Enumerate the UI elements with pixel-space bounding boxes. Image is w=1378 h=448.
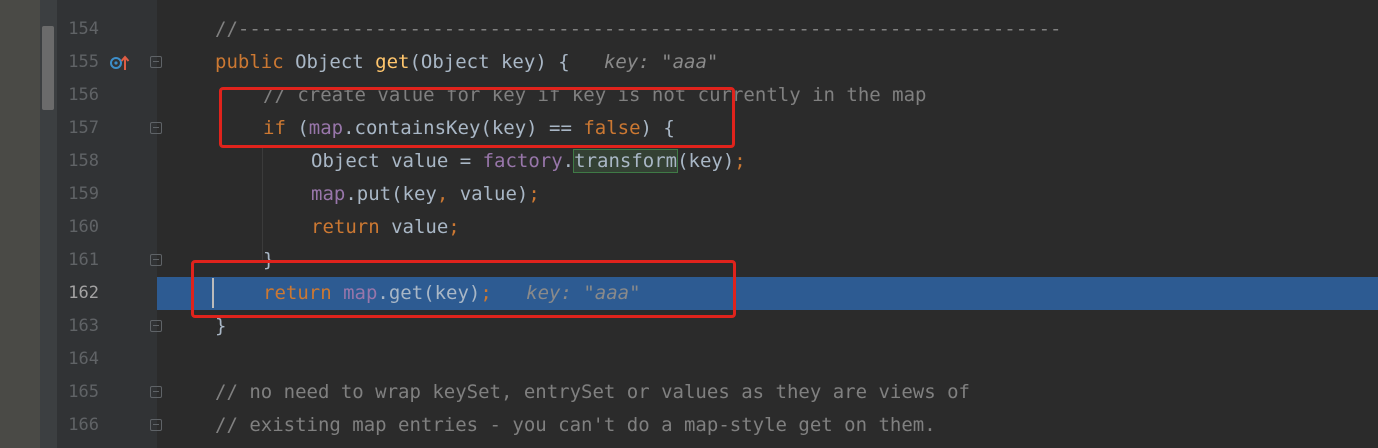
line-number[interactable]: 158 bbox=[57, 145, 99, 178]
code-fragment: (key) bbox=[677, 150, 735, 172]
line-number[interactable]: 154 bbox=[57, 13, 99, 46]
code-text: return value; bbox=[311, 211, 460, 244]
method-name: get bbox=[375, 51, 410, 73]
code-fragment: value bbox=[379, 216, 449, 238]
code-line-154[interactable]: 154 //----------------------------------… bbox=[0, 13, 1378, 46]
comma: , bbox=[436, 183, 449, 205]
code-fragment: Object value = bbox=[311, 150, 483, 172]
type: Object bbox=[283, 51, 376, 73]
line-number[interactable]: 166 bbox=[57, 409, 99, 442]
line-number[interactable]: 155 bbox=[57, 46, 99, 79]
annotation-box-return-get bbox=[191, 260, 736, 318]
fold-icon[interactable] bbox=[150, 254, 162, 266]
line-number[interactable]: 159 bbox=[57, 178, 99, 211]
keyword: return bbox=[311, 216, 380, 238]
inline-debug-hint: key: "aaa" bbox=[603, 51, 719, 73]
params: (Object key) { bbox=[409, 51, 570, 73]
fold-icon[interactable] bbox=[150, 56, 162, 68]
code-line-166[interactable]: 166 // existing map entries - you can't … bbox=[0, 409, 1378, 442]
fold-icon[interactable] bbox=[150, 419, 162, 431]
code-line-155[interactable]: 155 public Object get(Object key) { key:… bbox=[0, 46, 1378, 79]
code-fragment: value) bbox=[448, 183, 529, 205]
line-number[interactable]: 160 bbox=[57, 211, 99, 244]
code-text: // no need to wrap keySet, entrySet or v… bbox=[215, 381, 970, 403]
line-number[interactable]: 157 bbox=[57, 112, 99, 145]
line-number[interactable]: 165 bbox=[57, 376, 99, 409]
code-line-160[interactable]: 160 return value; bbox=[0, 211, 1378, 244]
field-ref: factory bbox=[482, 150, 563, 172]
semicolon: ; bbox=[448, 216, 460, 238]
code-line-164[interactable]: 164 bbox=[0, 343, 1378, 376]
override-method-icon[interactable] bbox=[108, 54, 130, 72]
code-text: Object value = factory.transform(key); bbox=[311, 145, 746, 178]
keyword: public bbox=[215, 51, 284, 73]
line-number[interactable]: 163 bbox=[57, 310, 99, 343]
code-text: public Object get(Object key) { key: "aa… bbox=[215, 46, 718, 79]
code-fragment: . bbox=[562, 150, 575, 172]
code-line-158[interactable]: 158 Object value = factory.transform(key… bbox=[0, 145, 1378, 178]
code-line-159[interactable]: 159 map.put(key, value); bbox=[0, 178, 1378, 211]
field-ref: map bbox=[311, 183, 346, 205]
fold-icon[interactable] bbox=[150, 122, 162, 134]
line-number[interactable]: 162 bbox=[57, 277, 99, 310]
semicolon: ; bbox=[734, 150, 746, 172]
annotation-box-if-condition bbox=[219, 87, 735, 148]
line-number[interactable]: 156 bbox=[57, 79, 99, 112]
line-number[interactable]: 164 bbox=[57, 343, 99, 376]
code-text: map.put(key, value); bbox=[311, 178, 540, 211]
line-number[interactable]: 161 bbox=[57, 244, 99, 277]
code-fragment: .put(key bbox=[345, 183, 437, 205]
code-text: // existing map entries - you can't do a… bbox=[215, 414, 936, 436]
fold-icon[interactable] bbox=[150, 386, 162, 398]
code-line-165[interactable]: 165 // no need to wrap keySet, entrySet … bbox=[0, 376, 1378, 409]
highlighted-method: transform bbox=[573, 149, 679, 173]
fold-icon[interactable] bbox=[150, 320, 162, 332]
code-text: //--------------------------------------… bbox=[215, 18, 1062, 40]
semicolon: ; bbox=[528, 183, 540, 205]
